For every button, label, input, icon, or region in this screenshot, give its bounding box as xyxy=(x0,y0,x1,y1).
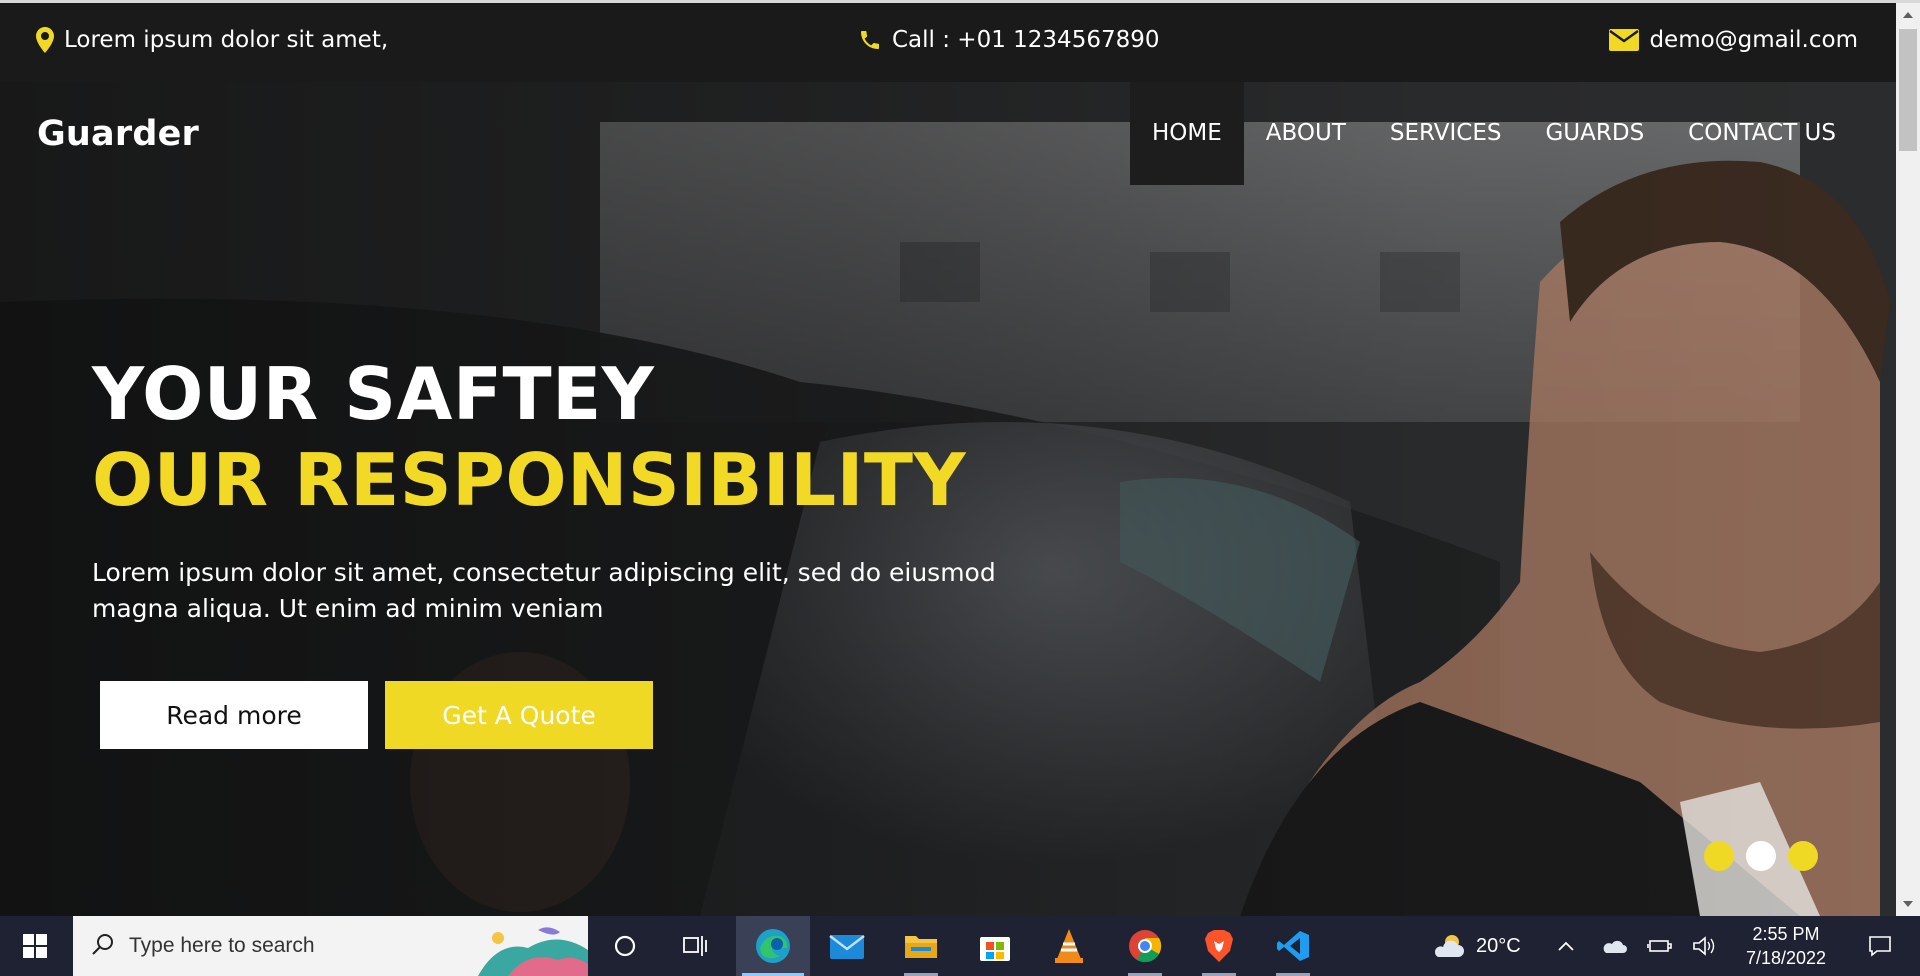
cloud-sun-icon xyxy=(1434,935,1464,957)
taskbar-file-explorer[interactable] xyxy=(884,916,958,976)
chrome-icon xyxy=(1129,930,1162,963)
taskbar-clock[interactable]: 2:55 PM 7/18/2022 xyxy=(1728,922,1844,970)
search-highlight-illustration xyxy=(478,927,588,976)
hero-section: Guarder HOME ABOUT SERVICES GUARDS CONTA… xyxy=(0,82,1896,916)
task-view-button[interactable] xyxy=(658,916,732,976)
chevron-up-icon xyxy=(1558,941,1574,951)
nav-about[interactable]: ABOUT xyxy=(1244,82,1368,185)
mail-icon xyxy=(829,935,865,959)
notification-icon xyxy=(1869,936,1891,957)
brave-icon xyxy=(1205,930,1233,962)
start-button[interactable] xyxy=(0,916,70,976)
location-pin-icon xyxy=(36,27,54,53)
scroll-down-arrow-icon[interactable] xyxy=(1896,892,1920,916)
task-view-icon xyxy=(683,936,707,956)
edge-icon xyxy=(756,929,790,963)
location-text: Lorem ipsum dolor sit amet, xyxy=(64,27,389,53)
taskbar-vscode[interactable] xyxy=(1256,916,1330,976)
store-icon xyxy=(980,937,1010,961)
envelope-icon xyxy=(1609,29,1640,51)
search-placeholder: Type here to search xyxy=(129,934,315,957)
weather-widget[interactable]: 20°C xyxy=(1432,916,1521,976)
vscode-icon xyxy=(1277,931,1309,961)
top-info-bar: Lorem ipsum dolor sit amet, Call : +01 1… xyxy=(0,3,1896,82)
call-info[interactable]: Call : +01 1234567890 xyxy=(858,27,1160,53)
phone-icon xyxy=(858,28,882,52)
show-hidden-icons-button[interactable] xyxy=(1548,916,1584,976)
clock-time: 2:55 PM xyxy=(1752,924,1820,944)
speaker-icon xyxy=(1693,936,1715,956)
vertical-scrollbar[interactable] xyxy=(1896,3,1920,916)
web-page: Lorem ipsum dolor sit amet, Call : +01 1… xyxy=(0,3,1896,916)
vlc-icon xyxy=(1055,929,1083,963)
network-icon xyxy=(1647,940,1672,952)
carousel-dot-2[interactable] xyxy=(1746,841,1776,871)
cortana-icon xyxy=(614,935,636,957)
weather-temp: 20°C xyxy=(1476,934,1521,957)
hero-headline-accent: OUR RESPONSIBILITY xyxy=(92,438,967,522)
file-explorer-icon xyxy=(905,936,937,958)
scrollbar-thumb[interactable] xyxy=(1899,29,1917,151)
hero-description: Lorem ipsum dolor sit amet, consectetur … xyxy=(92,558,996,623)
taskbar-store[interactable] xyxy=(958,916,1032,976)
carousel-indicators xyxy=(1704,841,1818,871)
taskbar-mail[interactable] xyxy=(810,916,884,976)
volume-button[interactable] xyxy=(1686,916,1722,976)
scroll-up-arrow-icon[interactable] xyxy=(1896,3,1920,27)
main-nav: HOME ABOUT SERVICES GUARDS CONTACT US xyxy=(1130,82,1858,185)
action-center-button[interactable] xyxy=(1852,916,1908,976)
clock-date: 7/18/2022 xyxy=(1745,948,1827,968)
network-button[interactable] xyxy=(1642,916,1678,976)
taskbar-vlc[interactable] xyxy=(1032,916,1106,976)
windows-taskbar: Type here to search 20°C 2:55 PM 7/18/20… xyxy=(0,916,1920,976)
taskbar-edge[interactable] xyxy=(736,916,810,976)
email-text: demo@gmail.com xyxy=(1649,27,1858,53)
location-info: Lorem ipsum dolor sit amet, xyxy=(36,27,388,53)
nav-contact-us[interactable]: CONTACT US xyxy=(1666,82,1858,185)
search-icon xyxy=(91,932,115,960)
call-text: Call : +01 1234567890 xyxy=(892,27,1160,53)
carousel-dot-1[interactable] xyxy=(1704,841,1734,871)
nav-guards[interactable]: GUARDS xyxy=(1523,82,1666,185)
onedrive-button[interactable] xyxy=(1596,916,1632,976)
read-more-button[interactable]: Read more xyxy=(100,681,368,749)
onedrive-cloud-icon xyxy=(1603,940,1627,953)
cortana-button[interactable] xyxy=(588,916,662,976)
taskbar-search-box[interactable]: Type here to search xyxy=(73,916,588,976)
taskbar-chrome[interactable] xyxy=(1108,916,1182,976)
taskbar-brave[interactable] xyxy=(1182,916,1256,976)
windows-logo-icon xyxy=(23,934,47,958)
get-quote-button[interactable]: Get A Quote xyxy=(385,681,653,749)
carousel-dot-3[interactable] xyxy=(1788,841,1818,871)
nav-services[interactable]: SERVICES xyxy=(1368,82,1524,185)
nav-home[interactable]: HOME xyxy=(1130,82,1244,185)
site-logo[interactable]: Guarder xyxy=(37,114,199,154)
hero-headline-primary: YOUR SAFTEY xyxy=(92,352,655,436)
email-info[interactable]: demo@gmail.com xyxy=(1609,27,1858,53)
